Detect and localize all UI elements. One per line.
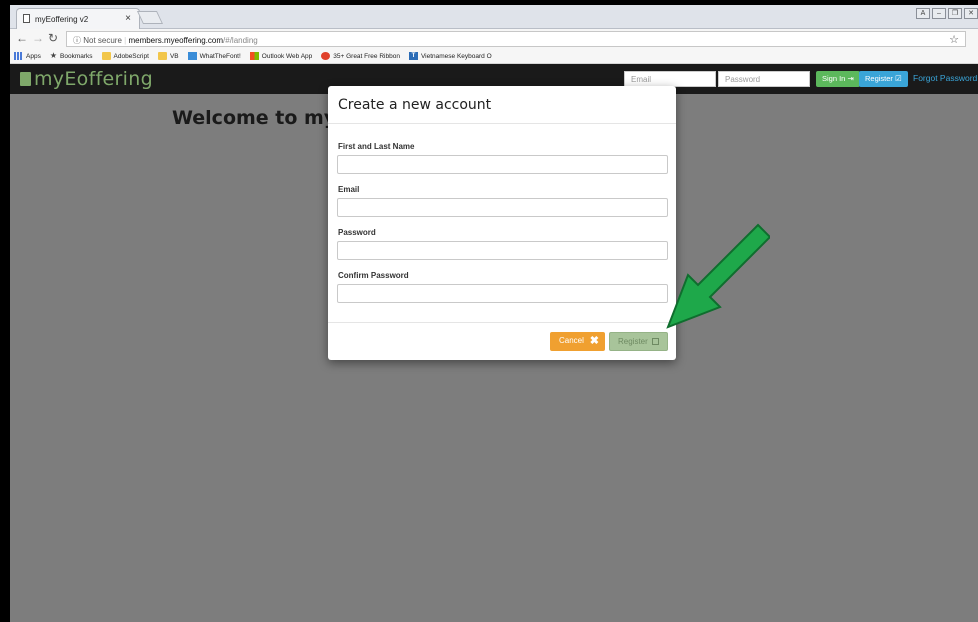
security-indicator[interactable]: ⓘ Not secure [73,36,122,45]
outlook-icon [249,52,259,60]
page-icon [23,14,30,23]
name-label: First and Last Name [338,142,415,151]
maximize-button[interactable]: ❐ [948,8,962,19]
password-input[interactable] [337,241,668,260]
email-input[interactable] [337,198,668,217]
name-input[interactable] [337,155,668,174]
apps-icon [14,52,23,60]
profile-button[interactable]: A [916,8,930,19]
password-label: Password [338,228,376,237]
keyboard-icon: T [408,52,418,60]
bookmark-whatthefont[interactable]: WhatTheFont! [187,52,241,60]
email-label: Email [338,185,360,194]
cancel-button[interactable]: Cancel ✖ [550,332,605,351]
welcome-heading: Welcome to my [172,107,337,129]
forward-icon[interactable]: → [32,31,44,45]
page-backdrop: myEoffering Email Password Sign In ⇥ Reg… [10,64,978,622]
window-controls: A – ❐ ✕ [916,8,978,19]
forgot-password-link[interactable]: Forgot Password [913,73,977,83]
browser-toolbar: ← → ↻ ⓘ Not secure | members.myeoffering… [10,29,978,49]
folder-icon [101,52,111,60]
url-path: /#/landing [223,36,258,45]
url-host: members.myeoffering.com [128,36,224,45]
create-account-modal: Create a new account First and Last Name… [328,86,676,360]
register-button[interactable]: Register ☑ [859,71,908,87]
modal-footer: Cancel ✖ Register [328,322,676,360]
address-bar[interactable]: ⓘ Not secure | members.myeoffering.com/#… [66,31,966,47]
modal-title: Create a new account [328,86,676,124]
star-icon: ★ [49,51,57,60]
bookmark-adobescript[interactable]: AdobeScript [101,52,149,60]
browser-window: myEoffering v2 × A – ❐ ✕ ← → ↻ ⓘ Not sec… [10,5,978,622]
site-logo[interactable]: myEoffering [20,68,153,90]
bookmark-outlook[interactable]: Outlook Web App [249,52,312,60]
bookmark-ribbon[interactable]: 35+ Great Free Ribbon [321,52,400,60]
bookmark-vb[interactable]: VB [157,52,179,60]
bookmark-apps[interactable]: Apps [14,52,41,60]
close-window-button[interactable]: ✕ [964,8,978,19]
reload-icon[interactable]: ↻ [48,31,58,45]
check-square-icon: ☑ [895,74,902,83]
arrow-shape [666,223,770,329]
bookmark-star-icon[interactable]: ☆ [949,33,959,46]
browser-tab[interactable]: myEoffering v2 × [16,8,140,29]
navbar-email-input[interactable]: Email [624,71,716,87]
logo-icon [20,72,31,86]
confirm-password-label: Confirm Password [338,271,409,280]
back-icon[interactable]: ← [16,31,28,45]
bookmarks-bar: Apps ★ Bookmarks AdobeScript VB WhatTheFo… [10,49,978,64]
pointer-arrow-icon [666,223,770,329]
screenshot-frame: myEoffering v2 × A – ❐ ✕ ← → ↻ ⓘ Not sec… [0,0,978,622]
site-icon [321,52,331,60]
tab-title: myEoffering v2 [35,15,89,24]
confirm-password-input[interactable] [337,284,668,303]
tab-close-icon[interactable]: × [125,13,131,24]
folder-icon [157,52,167,60]
whatthefont-icon [187,52,197,60]
signin-button[interactable]: Sign In ⇥ [816,71,860,87]
tab-strip: myEoffering v2 × A – ❐ ✕ [10,5,978,29]
new-tab-button[interactable] [136,11,164,24]
navbar-password-input[interactable]: Password [718,71,810,87]
bookmark-vietnamese-keyboard[interactable]: T Vietnamese Keyboard O [408,52,492,60]
close-icon: ✖ [589,335,599,347]
login-icon: ⇥ [847,74,854,83]
minimize-button[interactable]: – [932,8,946,19]
bookmark-bookmarks[interactable]: ★ Bookmarks [50,52,93,60]
